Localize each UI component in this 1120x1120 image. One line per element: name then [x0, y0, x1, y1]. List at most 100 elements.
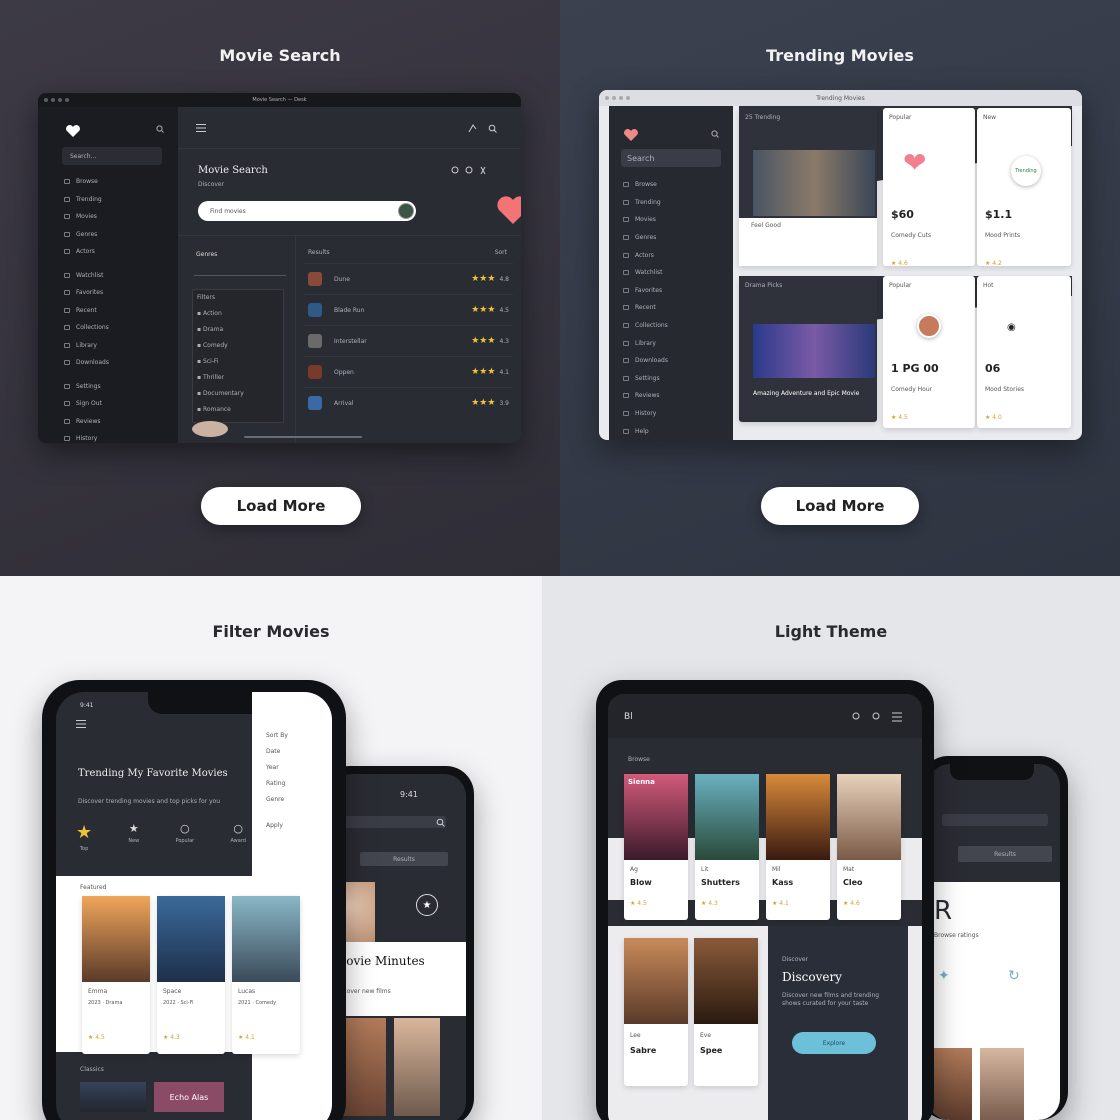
movie-card[interactable]: Lit Shutters ★ 4.3: [695, 774, 759, 920]
scrollbar[interactable]: [244, 436, 362, 438]
movie-card[interactable]: Space 2022 · Sci-Fi ★ 4.3: [157, 896, 225, 1054]
filter-option[interactable]: ▪ Sci-Fi: [197, 358, 244, 374]
filter-option[interactable]: Apply: [266, 822, 288, 838]
search-icon[interactable]: [852, 712, 860, 720]
movie-card[interactable]: Emma 2023 · Drama ★ 4.5: [82, 896, 150, 1054]
result-row[interactable]: Arrival ★★★ 3.9: [304, 387, 513, 418]
sidebar-item[interactable]: Movies: [38, 208, 178, 226]
load-more-button[interactable]: Load More: [201, 487, 361, 525]
filter-option[interactable]: ▪ Romance: [197, 406, 244, 422]
sidebar-item[interactable]: Collections: [38, 319, 178, 337]
sidebar-item[interactable]: Settings: [38, 378, 178, 396]
sidebar-search-input[interactable]: Search...: [62, 147, 162, 165]
refresh-icon[interactable]: ↻: [1008, 968, 1020, 984]
hamburger-menu-icon[interactable]: [196, 124, 206, 132]
sidebar-item[interactable]: Collections: [609, 317, 733, 335]
movie-card[interactable]: Popular 1 PG 00 Comedy Hour ★ 4.5: [883, 276, 975, 428]
search-icon[interactable]: [156, 125, 164, 133]
sidebar-item[interactable]: Sign Out: [38, 395, 178, 413]
heart-icon[interactable]: ❤: [903, 146, 926, 179]
zoom-icon[interactable]: [872, 712, 880, 720]
sidebar-item[interactable]: Recent: [38, 302, 178, 320]
sidebar-item[interactable]: Library: [38, 337, 178, 355]
sidebar-item[interactable]: Favorites: [38, 284, 178, 302]
result-row[interactable]: Blade Run ★★★ 4.5: [304, 294, 513, 325]
filter-option[interactable]: ▪ Action: [197, 310, 244, 326]
movie-card[interactable]: Hot ◉ 06 Mood Stories ★ 4.0: [977, 276, 1071, 428]
sidebar-item[interactable]: History: [38, 430, 178, 443]
movie-card[interactable]: Popular ❤ $60 Comedy Cuts ★ 4.6: [883, 108, 975, 267]
sidebar-item[interactable]: Downloads: [609, 352, 733, 370]
search-icon[interactable]: [488, 124, 497, 133]
movie-card[interactable]: Mat Cleo ★ 4.6: [837, 774, 901, 920]
movie-card[interactable]: Drama Picks Amazing Adventure and Epic Mo…: [739, 276, 877, 422]
filter-icon[interactable]: [480, 166, 486, 175]
share-icon[interactable]: [468, 124, 477, 133]
movie-card[interactable]: 25 Trending Feel Good: [739, 108, 877, 266]
movie-card[interactable]: Lee Sabre: [624, 938, 688, 1086]
refresh-icon[interactable]: [465, 166, 473, 174]
search-icon[interactable]: [711, 130, 719, 138]
results-button[interactable]: Results: [360, 852, 448, 866]
search-input[interactable]: [942, 814, 1048, 826]
sparkle-icon[interactable]: ✦: [938, 968, 950, 984]
filter-chip[interactable]: ★ Top: [76, 822, 92, 852]
avatar[interactable]: [917, 314, 941, 338]
filter-option[interactable]: ▪ Documentary: [197, 390, 244, 406]
avatar[interactable]: [398, 203, 414, 219]
filter-option[interactable]: ▪ Comedy: [197, 342, 244, 358]
movie-card[interactable]: New Trending $1.1 Mood Prints ★ 4.2: [977, 108, 1071, 267]
search-icon[interactable]: [436, 818, 445, 827]
sidebar-item[interactable]: Browse: [609, 176, 733, 194]
result-row[interactable]: Interstellar ★★★ 4.3: [304, 325, 513, 356]
sidebar-item[interactable]: Favorites: [609, 282, 733, 300]
hamburger-menu-icon[interactable]: [76, 720, 86, 728]
filter-option[interactable]: Year: [266, 764, 288, 780]
poster[interactable]: [80, 1082, 146, 1112]
movie-card[interactable]: Eve Spee: [694, 938, 758, 1086]
search-icon[interactable]: [451, 166, 459, 174]
poster[interactable]: Echo Alas: [154, 1082, 224, 1112]
filter-chip[interactable]: ○ Award: [230, 822, 246, 852]
camera-icon[interactable]: ◉: [1007, 322, 1016, 333]
sidebar-item[interactable]: Trending: [38, 191, 178, 209]
favorite-heart-icon[interactable]: [496, 195, 521, 225]
filter-chip[interactable]: ○ Popular: [175, 822, 194, 852]
filter-option[interactable]: ▪ Thriller: [197, 374, 244, 390]
sidebar-item[interactable]: Watchlist: [38, 267, 178, 285]
sidebar-item[interactable]: Downloads: [38, 354, 178, 372]
sidebar-search-input[interactable]: Search: [621, 149, 721, 167]
sidebar-item[interactable]: Watchlist: [609, 264, 733, 282]
movie-card[interactable]: Sienna Ag Blow ★ 4.5: [624, 774, 688, 920]
filter-option[interactable]: Date: [266, 748, 288, 764]
sidebar-item[interactable]: Recent: [609, 299, 733, 317]
search-input[interactable]: [342, 816, 446, 828]
sidebar-item[interactable]: Actors: [609, 246, 733, 264]
sidebar-item[interactable]: Movies: [609, 211, 733, 229]
movie-card[interactable]: Mil Kass ★ 4.1: [766, 774, 830, 920]
avatar[interactable]: [192, 421, 228, 437]
sidebar-item[interactable]: Settings: [609, 370, 733, 388]
sidebar-item[interactable]: Reviews: [38, 413, 178, 431]
load-more-button[interactable]: Load More: [761, 487, 919, 525]
filter-option[interactable]: ▪ Drama: [197, 326, 244, 342]
filter-option[interactable]: Genre: [266, 796, 288, 812]
explore-button[interactable]: Explore: [792, 1032, 876, 1054]
sidebar-item[interactable]: Genres: [609, 229, 733, 247]
results-button[interactable]: Results: [958, 846, 1052, 862]
sidebar-item[interactable]: Library: [609, 334, 733, 352]
star-badge-icon[interactable]: ★: [416, 894, 438, 916]
movie-card[interactable]: Lucas 2021 · Comedy ★ 4.1: [232, 896, 300, 1054]
sidebar-item[interactable]: Browse: [38, 173, 178, 191]
filter-option[interactable]: Sort By: [266, 732, 288, 748]
menu-icon[interactable]: [892, 712, 902, 722]
filter-option[interactable]: Rating: [266, 780, 288, 796]
filter-chip[interactable]: ★ New: [128, 822, 139, 852]
sidebar-item[interactable]: Help: [609, 422, 733, 440]
search-input[interactable]: Find movies: [198, 201, 416, 221]
sidebar-item[interactable]: Genres: [38, 226, 178, 244]
sidebar-item[interactable]: Reviews: [609, 387, 733, 405]
result-row[interactable]: Oppen ★★★ 4.1: [304, 356, 513, 387]
sort-button[interactable]: Sort: [495, 249, 507, 256]
sidebar-item[interactable]: History: [609, 405, 733, 423]
